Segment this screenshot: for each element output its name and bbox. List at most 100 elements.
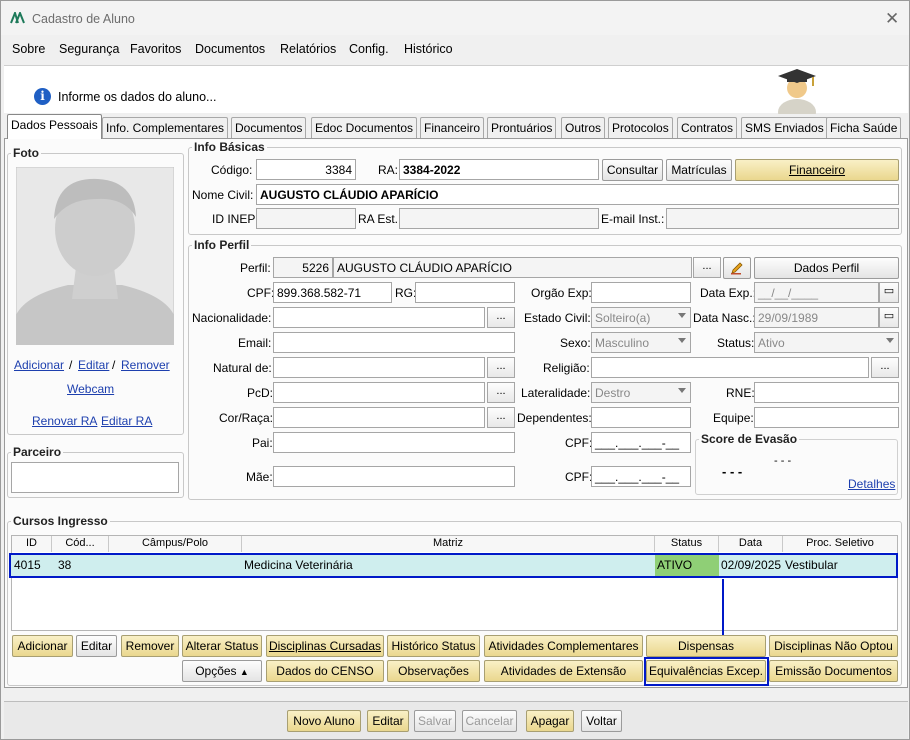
close-icon[interactable]: ✕ — [885, 9, 899, 29]
perfil-lookup-button[interactable]: ... — [693, 257, 721, 278]
calendar-icon[interactable]: ▭ — [879, 307, 899, 328]
tab-sms-enviados[interactable]: SMS Enviados — [741, 117, 828, 138]
menu-historico[interactable]: Histórico — [404, 42, 453, 56]
ra-field[interactable]: 3384-2022 — [399, 159, 599, 180]
adicionar-curso-button[interactable]: Adicionar — [12, 635, 73, 657]
tab-outros[interactable]: Outros — [561, 117, 606, 138]
novo-aluno-button[interactable]: Novo Aluno — [287, 710, 361, 732]
rg-field[interactable] — [415, 282, 515, 303]
sexo-select[interactable]: Masculino — [591, 332, 691, 353]
data-exp-field[interactable]: __/__/____ — [754, 282, 879, 303]
equipe-field[interactable] — [754, 407, 899, 428]
historico-status-button[interactable]: Histórico Status — [387, 635, 480, 657]
perfil-id-field[interactable]: 5226 — [273, 257, 333, 278]
editar-curso-button[interactable]: Editar — [76, 635, 117, 657]
codigo-field[interactable]: 3384 — [256, 159, 356, 180]
atividades-complementares-button[interactable]: Atividades Complementares — [484, 635, 643, 657]
menu-sobre[interactable]: Sobre — [12, 42, 45, 56]
edit-pencil-button[interactable] — [723, 257, 751, 279]
matriculas-button[interactable]: Matrículas — [666, 159, 732, 181]
cpf-mae-field[interactable]: ___.___.___-__ — [591, 466, 691, 487]
dependentes-field[interactable] — [591, 407, 691, 428]
natural-field[interactable] — [273, 357, 485, 378]
observacoes-button[interactable]: Observações — [387, 660, 480, 682]
score-evasao-title: Score de Evasão — [699, 432, 800, 446]
tab-financeiro[interactable]: Financeiro — [420, 117, 485, 138]
tab-prontuarios[interactable]: Prontuários — [487, 117, 557, 138]
cell-status: ATIVO — [655, 555, 719, 576]
pcd-field[interactable] — [273, 382, 485, 403]
tab-info-complementares[interactable]: Info. Complementares — [102, 117, 229, 138]
col-data[interactable]: Data — [719, 536, 783, 552]
tab-contratos[interactable]: Contratos — [677, 117, 738, 138]
email-field[interactable] — [273, 332, 515, 353]
calendar-icon[interactable]: ▭ — [879, 282, 899, 303]
disciplinas-cursadas-button[interactable]: Disciplinas Cursadas — [266, 635, 384, 657]
estado-civil-select[interactable]: Solteiro(a) — [591, 307, 691, 328]
salvar-button[interactable]: Salvar — [414, 710, 456, 732]
editar-aluno-button[interactable]: Editar — [367, 710, 409, 732]
menu-config[interactable]: Config. — [349, 42, 389, 56]
tab-protocolos[interactable]: Protocolos — [608, 117, 673, 138]
dados-censo-button[interactable]: Dados do CENSO — [266, 660, 384, 682]
tab-dados-pessoais[interactable]: Dados Pessoais — [7, 114, 102, 139]
rne-field[interactable] — [754, 382, 899, 403]
col-status[interactable]: Status — [655, 536, 719, 552]
menu-relatorios[interactable]: Relatórios — [280, 42, 336, 56]
webcam-link[interactable]: Webcam — [67, 382, 114, 396]
editar-ra-link[interactable]: Editar RA — [101, 414, 152, 428]
col-proc-seletivo[interactable]: Proc. Seletivo — [783, 536, 897, 552]
ra-est-field[interactable] — [399, 208, 599, 229]
natural-lookup-button[interactable]: ... — [487, 357, 515, 378]
pai-field[interactable] — [273, 432, 515, 453]
lateralidade-select[interactable]: Destro — [591, 382, 691, 403]
id-inep-field[interactable] — [256, 208, 356, 229]
dispensas-button[interactable]: Dispensas — [646, 635, 766, 657]
cpf-field[interactable]: 899.368.582-71 — [273, 282, 392, 303]
alterar-status-button[interactable]: Alterar Status — [182, 635, 262, 657]
mae-field[interactable] — [273, 466, 515, 487]
data-nasc-field[interactable]: 29/09/1989 — [754, 307, 879, 328]
cor-raca-field[interactable] — [273, 407, 485, 428]
mae-label: Mãe: — [246, 470, 273, 484]
remover-curso-button[interactable]: Remover — [121, 635, 179, 657]
status-select[interactable]: Ativo — [754, 332, 899, 353]
detalhes-link[interactable]: Detalhes — [848, 477, 895, 491]
emissao-documentos-button[interactable]: Emissão Documentos — [769, 660, 898, 682]
cancelar-button[interactable]: Cancelar — [462, 710, 517, 732]
disciplinas-nao-optou-button[interactable]: Disciplinas Não Optou — [769, 635, 898, 657]
consultar-button[interactable]: Consultar — [602, 159, 663, 181]
col-id[interactable]: ID — [12, 536, 52, 552]
email-inst-field[interactable] — [666, 208, 899, 229]
tab-edoc-documentos[interactable]: Edoc Documentos — [311, 117, 418, 138]
col-matriz[interactable]: Matriz — [242, 536, 655, 552]
menu-favoritos[interactable]: Favoritos — [130, 42, 181, 56]
foto-adicionar-link[interactable]: Adicionar — [14, 358, 64, 372]
parceiro-field[interactable] — [11, 462, 179, 493]
nome-civil-field[interactable]: AUGUSTO CLÁUDIO APARÍCIO — [256, 184, 899, 205]
opcoes-button[interactable]: Opções ▲ — [182, 660, 262, 682]
cpf-pai-field[interactable]: ___.___.___-__ — [591, 432, 691, 453]
col-campus[interactable]: Câmpus/Polo — [109, 536, 242, 552]
orgao-exp-field[interactable] — [591, 282, 691, 303]
foto-editar-link[interactable]: Editar — [78, 358, 109, 372]
cor-raca-lookup-button[interactable]: ... — [487, 407, 515, 428]
menu-seguranca[interactable]: Segurança — [59, 42, 119, 56]
nacionalidade-field[interactable] — [273, 307, 485, 328]
religiao-field[interactable] — [591, 357, 869, 378]
apagar-button[interactable]: Apagar — [526, 710, 574, 732]
financeiro-button[interactable]: Financeiro — [735, 159, 899, 181]
menu-documentos[interactable]: Documentos — [195, 42, 265, 56]
tab-ficha-saude[interactable]: Ficha Saúde — [826, 117, 902, 138]
pcd-lookup-button[interactable]: ... — [487, 382, 515, 403]
nacionalidade-lookup-button[interactable]: ... — [487, 307, 515, 328]
perfil-name-field[interactable]: AUGUSTO CLÁUDIO APARÍCIO — [333, 257, 692, 278]
tab-documentos[interactable]: Documentos — [231, 117, 307, 138]
col-cod[interactable]: Cód... — [52, 536, 109, 552]
voltar-button[interactable]: Voltar — [581, 710, 622, 732]
dados-perfil-button[interactable]: Dados Perfil — [754, 257, 899, 279]
atividades-extensao-button[interactable]: Atividades de Extensão — [484, 660, 643, 682]
renovar-ra-link[interactable]: Renovar RA — [32, 414, 97, 428]
foto-remover-link[interactable]: Remover — [121, 358, 170, 372]
religiao-lookup-button[interactable]: ... — [871, 357, 899, 378]
